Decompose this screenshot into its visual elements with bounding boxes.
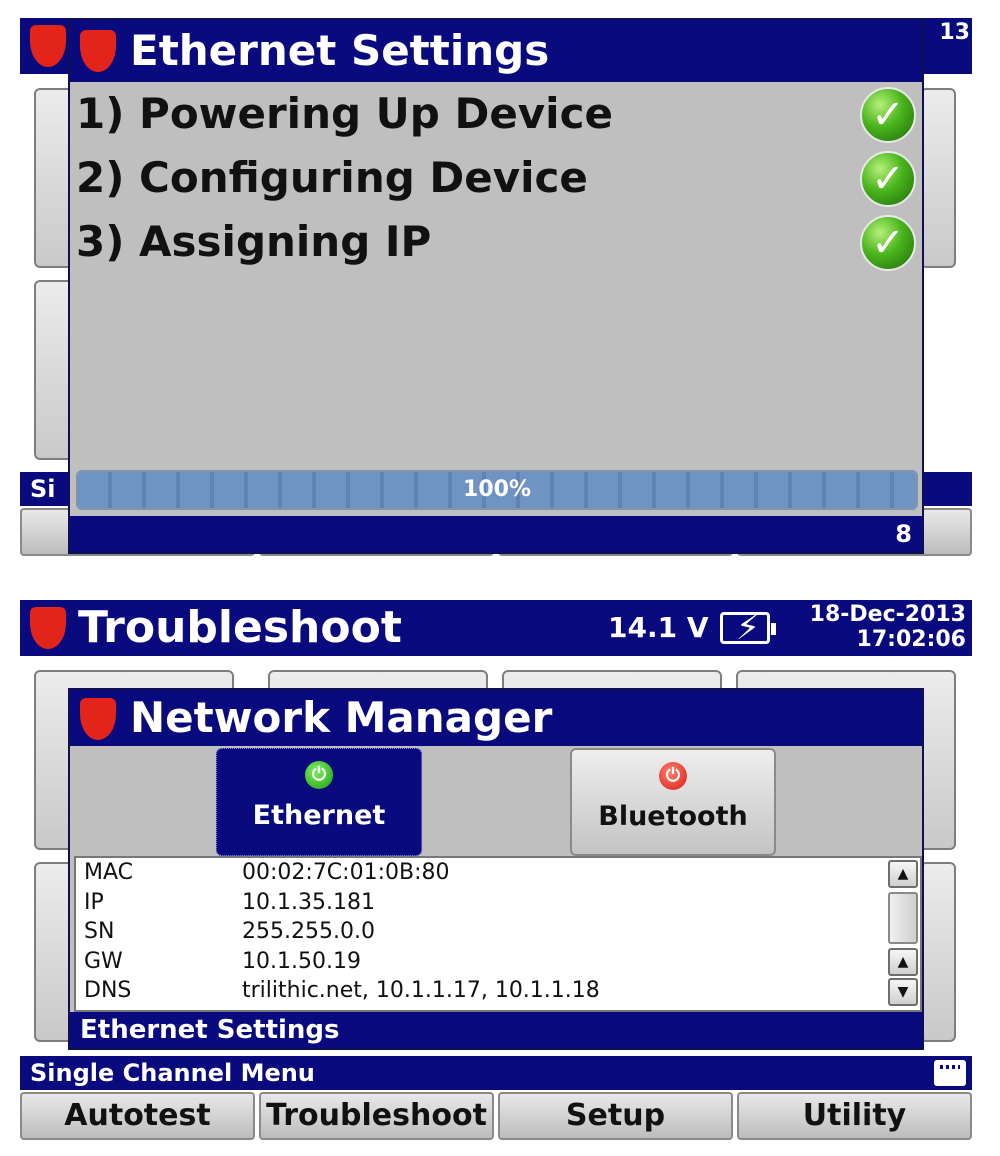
info-row: SN 255.255.0.0 (76, 917, 920, 947)
bluetooth-toggle-button[interactable]: ⏻ Bluetooth (570, 748, 776, 856)
scrollbar[interactable]: ▲ ▲ ▼ (888, 860, 918, 1008)
status-bar-label: Single Channel Menu (30, 1059, 315, 1087)
info-key: GW (84, 948, 123, 974)
time-readout: 17:02:06 (856, 627, 966, 652)
screen-ethernet-settings-progress: 13 Si A Ethernet Settings 1) Powering Up… (20, 18, 972, 559)
check-icon: ✓ (860, 215, 916, 271)
date-readout: 18-Dec-2013 (809, 602, 966, 627)
power-icon: ⏻ (659, 762, 687, 790)
info-key: MAC (84, 860, 134, 885)
background-tile (920, 88, 956, 268)
shield-logo-icon (80, 698, 116, 740)
info-row: DNS trilithic.net, 10.1.1.17, 10.1.1.18 (76, 976, 920, 1006)
shield-logo-icon (30, 25, 66, 67)
dialog-title-bar: Ethernet Settings (70, 20, 922, 82)
app-title: Troubleshoot (78, 602, 402, 653)
dialog-title-bar: Network Manager (70, 690, 922, 746)
ethernet-info-list[interactable]: MAC 00:02:7C:01:0B:80 IP 10.1.35.181 SN … (74, 856, 922, 1012)
info-key: SN (84, 919, 115, 944)
date-time: 18-Dec-2013 17:02:06 (780, 602, 966, 652)
step-row: 1) Powering Up Device ✓ (70, 82, 922, 146)
step-row: 2) Configuring Device ✓ (70, 146, 922, 210)
power-icon: ⏻ (305, 761, 333, 789)
menu-bar: Autotest Troubleshoot Setup Utility (20, 1092, 972, 1140)
info-value: 255.255.0.0 (242, 919, 375, 944)
menu-button-autotest[interactable]: Autotest (20, 1092, 255, 1140)
step-label: 2) Configuring Device (76, 153, 588, 202)
info-value: 00:02:7C:01:0B:80 (242, 860, 450, 885)
info-row: MAC 00:02:7C:01:0B:80 (76, 858, 920, 888)
app-title-bar: Troubleshoot 14.1 V ⚡ 18-Dec-2013 17:02:… (20, 600, 972, 656)
step-label: 1) Powering Up Device (76, 89, 613, 138)
lightning-bolt-icon: ⚡ (736, 608, 760, 648)
ethernet-settings-dialog: Ethernet Settings 1) Powering Up Device … (68, 18, 924, 554)
check-icon: ✓ (860, 87, 916, 143)
info-key: DNS (84, 978, 132, 1003)
dialog-bottom-label: Ethernet Settings (80, 1015, 340, 1045)
voltage-readout: 14.1 V (608, 611, 709, 644)
progress-label: 100% (463, 477, 531, 502)
scroll-up-icon[interactable]: ▲ (888, 860, 918, 888)
check-icon: ✓ (860, 151, 916, 207)
screen-network-manager: Troubleshoot 14.1 V ⚡ 18-Dec-2013 17:02:… (20, 600, 972, 1140)
scrollbar-thumb[interactable] (888, 892, 918, 944)
status-bar-label: Si (30, 475, 56, 503)
menu-button-troubleshoot[interactable]: Troubleshoot (259, 1092, 494, 1140)
toggle-label: Ethernet (252, 800, 386, 831)
status-bar: Single Channel Menu (20, 1056, 972, 1090)
info-value: 10.1.50.19 (242, 948, 361, 974)
info-value: 10.1.35.181 (242, 889, 375, 915)
network-manager-dialog: Network Manager ⏻ Ethernet ⏻ Bluetooth M… (68, 688, 924, 1050)
step-label: 3) Assigning IP (76, 217, 432, 266)
corner-text: 13 (939, 20, 970, 45)
ethernet-toggle-button[interactable]: ⏻ Ethernet (216, 748, 422, 856)
dialog-footer: 8 (70, 516, 922, 552)
battery-icon: ⚡ (720, 608, 776, 648)
progress-bar: 100% (76, 470, 918, 510)
background-tile (920, 862, 956, 1042)
scroll-down-icon[interactable]: ▼ (888, 978, 918, 1006)
shield-logo-icon (30, 607, 66, 649)
toggle-label: Bluetooth (598, 801, 748, 832)
menu-button-utility[interactable]: Utility (737, 1092, 972, 1140)
footer-text: 8 (895, 520, 912, 548)
info-row: IP 10.1.35.181 (76, 888, 920, 918)
info-row: GW 10.1.50.19 (76, 947, 920, 977)
menu-button-setup[interactable]: Setup (498, 1092, 733, 1140)
dialog-title: Network Manager (130, 693, 553, 742)
network-port-icon (934, 1060, 966, 1086)
scroll-up-icon[interactable]: ▲ (888, 948, 918, 976)
dialog-title: Ethernet Settings (130, 26, 550, 75)
info-value: trilithic.net, 10.1.1.17, 10.1.1.18 (242, 978, 600, 1003)
info-key: IP (84, 889, 104, 915)
toggle-row: ⏻ Ethernet ⏻ Bluetooth (70, 746, 922, 858)
step-row: 3) Assigning IP ✓ (70, 210, 922, 274)
shield-logo-icon (80, 30, 116, 72)
dialog-bottom-bar: Ethernet Settings (70, 1012, 922, 1048)
